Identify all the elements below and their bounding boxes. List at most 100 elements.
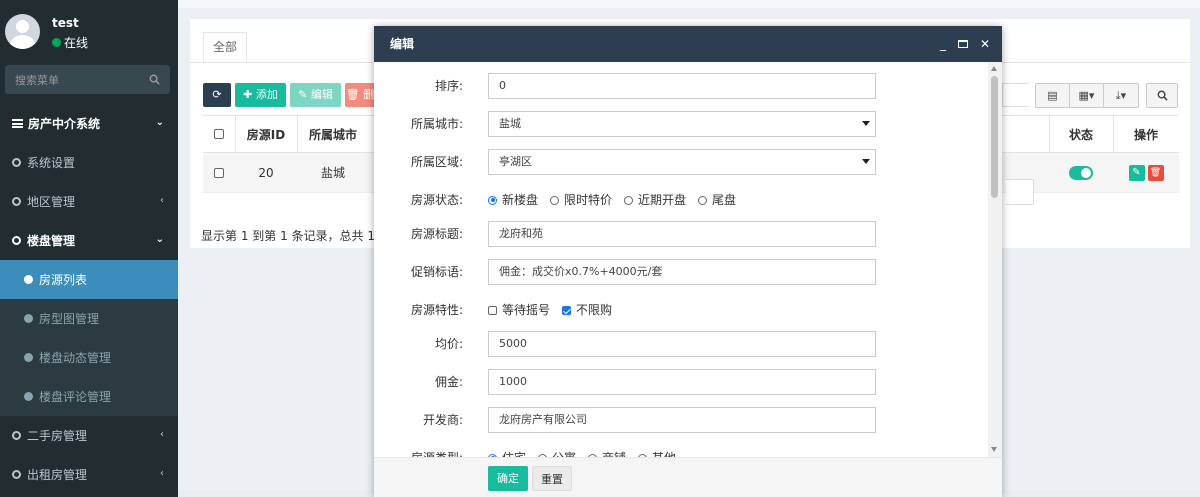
house-status-options: 新楼盘 限时特价 近期开盘 尾盘 <box>488 187 736 213</box>
sort-input[interactable]: 0 <box>488 73 876 99</box>
city-select-value: 盐城 <box>499 117 521 130</box>
sidebar-subitem-comments[interactable]: 楼盘评论管理 <box>0 377 178 416</box>
feature-option[interactable]: 等待摇号 <box>488 297 550 323</box>
dialog-header: 编辑 _ ✕ <box>374 26 1002 62</box>
scroll-thumb[interactable] <box>991 76 998 198</box>
house-status-option[interactable]: 新楼盘 <box>488 187 538 213</box>
sidebar-item-regions[interactable]: 地区管理 ‹ <box>0 182 178 221</box>
option-label: 不限购 <box>576 303 613 317</box>
tab-all[interactable]: 全部 <box>203 32 247 62</box>
add-button-label: 添加 <box>255 88 278 101</box>
sidebar-subitem-news[interactable]: 楼盘动态管理 <box>0 338 178 377</box>
radio-button[interactable] <box>550 195 560 205</box>
scroll-down-icon[interactable] <box>991 447 997 452</box>
field-avg-price: 均价: 5000 <box>374 331 988 357</box>
checkbox[interactable] <box>488 305 497 315</box>
sidebar-item-settings[interactable]: 系统设置 <box>0 143 178 182</box>
confirm-button[interactable]: 确定 <box>488 466 528 491</box>
house-type-options: 住宅 公寓 商铺 其他 <box>488 445 676 457</box>
trash-icon: 🗑 <box>1149 167 1162 178</box>
dialog-scrollbar[interactable] <box>988 62 1002 457</box>
field-city: 所属城市: 盐城 <box>374 111 988 137</box>
option-label: 近期开盘 <box>638 193 687 207</box>
header-city[interactable]: 所属城市 <box>297 116 369 152</box>
close-icon[interactable]: ✕ <box>980 26 990 62</box>
radio-button[interactable] <box>488 195 497 205</box>
house-status-option[interactable]: 近期开盘 <box>624 187 686 213</box>
menu-search-input[interactable]: 搜索菜单 <box>5 65 170 94</box>
row-filter-input[interactable] <box>1006 179 1034 205</box>
delete-button[interactable]: 🗑 删 <box>345 83 375 107</box>
select-all-checkbox[interactable] <box>214 129 224 139</box>
house-status-option[interactable]: 尾盘 <box>698 187 736 213</box>
select-all-cell <box>203 116 235 152</box>
house-type-option[interactable]: 商铺 <box>588 445 626 457</box>
status-toggle[interactable] <box>1069 165 1093 180</box>
pencil-icon: ✎ <box>298 88 308 101</box>
city-select[interactable]: 盐城 <box>488 111 876 137</box>
sidebar-submenu: 房源列表 房型图管理 楼盘动态管理 楼盘评论管理 <box>0 260 178 416</box>
cell-status <box>1049 153 1113 192</box>
field-label: 开发商: <box>422 413 463 427</box>
minimize-icon[interactable]: _ <box>940 26 946 62</box>
option-label: 新楼盘 <box>502 193 539 207</box>
toolbar-search-input[interactable] <box>1002 83 1028 107</box>
sidebar-item-rentals[interactable]: 出租房管理 ‹ <box>0 455 178 494</box>
reset-button[interactable]: 重置 <box>532 466 572 491</box>
field-house-status: 房源状态: 新楼盘 限时特价 近期开盘 尾盘 <box>374 187 988 213</box>
scroll-up-icon[interactable] <box>991 66 997 71</box>
field-label: 促销标语: <box>410 265 463 279</box>
sidebar-item-system-root[interactable]: 房产中介系统 ⌄ <box>0 104 178 143</box>
cell-city: 盐城 <box>320 166 345 180</box>
field-label: 房源状态: <box>410 193 463 207</box>
circle-icon <box>12 197 21 206</box>
maximize-icon[interactable] <box>957 40 968 48</box>
search-icon[interactable] <box>149 74 160 85</box>
delete-button-label: 删 <box>363 88 375 101</box>
advanced-search-button[interactable] <box>1146 83 1178 108</box>
radio-button[interactable] <box>698 195 708 205</box>
menu-search-placeholder: 搜索菜单 <box>15 73 59 87</box>
edit-button[interactable]: ✎ 编辑 <box>290 83 341 107</box>
dot-icon <box>24 392 33 401</box>
row-checkbox[interactable] <box>214 167 224 178</box>
pagination-summary: 显示第 1 到第 1 条记录，总共 1 条记 <box>201 229 403 243</box>
checkbox[interactable] <box>562 305 572 315</box>
chevron-down-icon: ⌄ <box>155 117 164 128</box>
house-type-option[interactable]: 其他 <box>638 445 676 457</box>
plus-icon: ✚ <box>243 88 253 101</box>
sidebar-item-buildings[interactable]: 楼盘管理 ⌄ <box>0 221 178 260</box>
option-label: 其他 <box>652 445 676 457</box>
refresh-button[interactable]: ⟳ <box>203 83 231 107</box>
trash-icon: 🗑 <box>345 88 360 101</box>
header-id[interactable]: 房源ID <box>235 116 297 152</box>
toggle-view-button[interactable]: ▤ <box>1036 84 1070 107</box>
house-type-option[interactable]: 住宅 <box>488 445 526 457</box>
row-delete-button[interactable]: 🗑 <box>1147 164 1164 181</box>
radio-button[interactable] <box>624 195 634 205</box>
feature-option[interactable]: 不限购 <box>562 297 612 323</box>
house-type-option[interactable]: 公寓 <box>538 445 576 457</box>
row-edit-button[interactable]: ✎ <box>1128 164 1145 181</box>
export-button[interactable]: ⤓▾ <box>1104 84 1138 107</box>
chevron-left-icon: ‹ <box>160 195 164 206</box>
district-select[interactable]: 亭湖区 <box>488 149 876 175</box>
commission-input[interactable]: 1000 <box>488 369 876 395</box>
list-icon <box>12 119 23 128</box>
sidebar-subitem-house-list[interactable]: 房源列表 <box>0 260 178 299</box>
avg-price-input[interactable]: 5000 <box>488 331 876 357</box>
table-icon: ▤ <box>1047 89 1058 102</box>
header-status[interactable]: 状态 <box>1049 116 1113 152</box>
house-status-option[interactable]: 限时特价 <box>550 187 612 213</box>
top-strip <box>178 0 1200 8</box>
add-button[interactable]: ✚ 添加 <box>235 83 286 107</box>
developer-input[interactable]: 龙府房产有限公司 <box>488 407 876 433</box>
pencil-icon: ✎ <box>1132 166 1141 178</box>
sidebar-item-secondhand[interactable]: 二手房管理 ‹ <box>0 416 178 455</box>
title-input[interactable]: 龙府和苑 <box>488 221 876 247</box>
columns-button[interactable]: ▦▾ <box>1070 84 1104 107</box>
edit-button-label: 编辑 <box>310 88 333 101</box>
sidebar-subitem-floorplans[interactable]: 房型图管理 <box>0 299 178 338</box>
promo-input[interactable]: 佣金：成交价x0.7%+4000元/套 <box>488 259 876 285</box>
sidebar-subitem-label: 楼盘评论管理 <box>39 390 112 404</box>
